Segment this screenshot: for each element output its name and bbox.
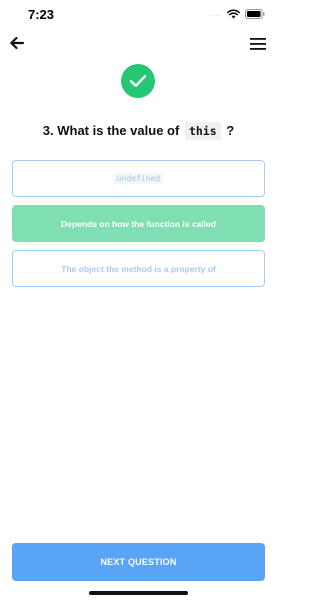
hamburger-menu-icon — [250, 38, 266, 50]
wifi-icon — [227, 9, 240, 19]
answer-label: Depends on how the function is called — [61, 218, 216, 229]
home-indicator[interactable] — [89, 591, 188, 595]
back-button[interactable] — [8, 35, 26, 51]
answer-label: The object the method is a property of — [61, 263, 216, 274]
status-time: 7:23 — [28, 7, 55, 22]
question-code: this — [184, 122, 221, 140]
answer-option-2-correct[interactable]: Depends on how the function is called — [12, 205, 265, 242]
checkmark-icon — [129, 75, 147, 87]
arrow-left-icon — [10, 36, 25, 50]
battery-icon — [245, 9, 265, 19]
answer-option-1[interactable]: undefined — [12, 160, 265, 197]
status-icons: .... — [210, 9, 265, 19]
answer-option-3[interactable]: The object the method is a property of — [12, 250, 265, 287]
next-question-label: NEXT QUESTION — [100, 557, 177, 567]
next-question-button[interactable]: NEXT QUESTION — [12, 543, 265, 581]
menu-button[interactable] — [250, 37, 266, 51]
correct-result-badge — [121, 64, 155, 98]
status-bar: 7:23 .... — [0, 0, 277, 30]
question-prefix: 3. What is the value of — [42, 123, 180, 138]
answer-label: undefined — [113, 173, 164, 184]
question-title: 3. What is the value of this ? — [0, 122, 277, 140]
signal-icon: .... — [210, 10, 222, 18]
question-suffix: ? — [226, 123, 235, 138]
